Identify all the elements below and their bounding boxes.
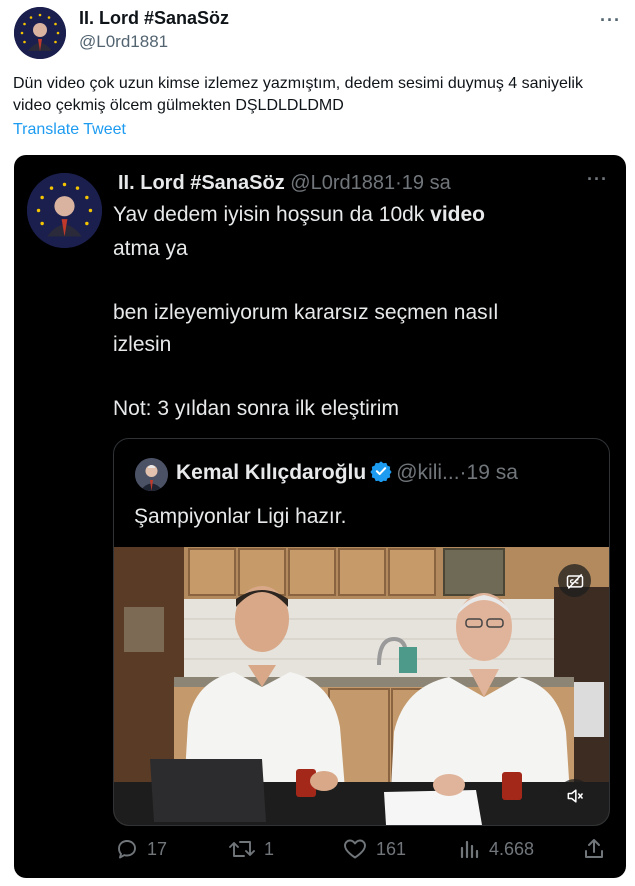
tweet-text-line-4: izlesin xyxy=(113,333,172,356)
like-icon xyxy=(344,839,366,859)
embedded-handle[interactable]: @L0rd1881 xyxy=(290,172,395,194)
separator-dot: · xyxy=(459,461,467,484)
views-button[interactable]: 4.668 xyxy=(457,837,534,861)
quoted-display-name[interactable]: Kemal Kılıçdaroğlu xyxy=(176,461,366,484)
video-frame xyxy=(114,547,609,825)
separator-dot: · xyxy=(395,172,402,194)
embedded-display-name[interactable]: II. Lord #SanaSöz xyxy=(118,172,285,194)
outer-handle[interactable]: @L0rd1881 xyxy=(79,32,168,52)
views-count: 4.668 xyxy=(489,838,535,859)
outer-display-name[interactable]: II. Lord #SanaSöz xyxy=(79,8,229,29)
reply-icon xyxy=(118,840,136,859)
caption-off-icon[interactable] xyxy=(558,564,591,597)
tweet-text-line-3: ben izleyemiyorum kararsız seçmen nasıl xyxy=(113,301,499,324)
tweet-text-line-5: Not: 3 yıldan sonra ilk eleştirim xyxy=(113,397,399,420)
quoted-tweet-text: Şampiyonlar Ligi hazır. xyxy=(134,505,347,528)
retweet-button[interactable]: 1 xyxy=(228,837,274,861)
quoted-avatar[interactable] xyxy=(135,458,168,491)
share-icon xyxy=(585,839,603,858)
tweet-text-line-2: atma ya xyxy=(113,237,188,260)
retweet-icon xyxy=(229,841,255,857)
tweet-text-line-1: Yav dedem iyisin hoşsun da 10dk video xyxy=(113,199,485,231)
quoted-handle[interactable]: @kili... xyxy=(396,461,459,484)
share-button[interactable] xyxy=(582,837,614,861)
embedded-tweet-card[interactable]: II. Lord #SanaSöz @L0rd1881·19 sa ··· Ya… xyxy=(14,155,626,878)
like-button[interactable]: 161 xyxy=(342,837,406,861)
more-icon[interactable]: ··· xyxy=(600,10,621,31)
quoted-tweet[interactable]: Kemal Kılıçdaroğlu @kili...·19 sa Şampiyo… xyxy=(113,438,610,826)
reply-count: 17 xyxy=(147,838,168,859)
like-count: 161 xyxy=(376,838,407,859)
outer-tweet-text: Dün video çok uzun kimse izlemez yazmışt… xyxy=(13,75,583,114)
action-bar: 17 1 161 4.668 xyxy=(14,837,626,867)
verified-icon xyxy=(370,460,392,488)
embedded-time[interactable]: 19 sa xyxy=(402,172,451,194)
views-icon xyxy=(460,840,479,859)
tweet-text-normal: Yav dedem iyisin hoşsun da 10dk xyxy=(113,203,431,226)
more-icon[interactable]: ··· xyxy=(587,169,608,190)
outer-avatar[interactable] xyxy=(14,7,66,59)
translate-tweet-link[interactable]: Translate Tweet xyxy=(13,121,126,139)
quoted-time[interactable]: 19 sa xyxy=(467,461,518,484)
embedded-avatar[interactable] xyxy=(27,173,102,248)
reply-button[interactable]: 17 xyxy=(115,837,167,861)
embedded-header: II. Lord #SanaSöz @L0rd1881·19 sa xyxy=(118,172,451,195)
retweet-count: 1 xyxy=(264,838,275,859)
tweet-text-bold: video xyxy=(430,203,485,226)
mute-icon[interactable] xyxy=(558,779,591,812)
quoted-header: Kemal Kılıçdaroğlu @kili...·19 sa xyxy=(176,460,518,488)
video-player[interactable] xyxy=(114,547,609,825)
